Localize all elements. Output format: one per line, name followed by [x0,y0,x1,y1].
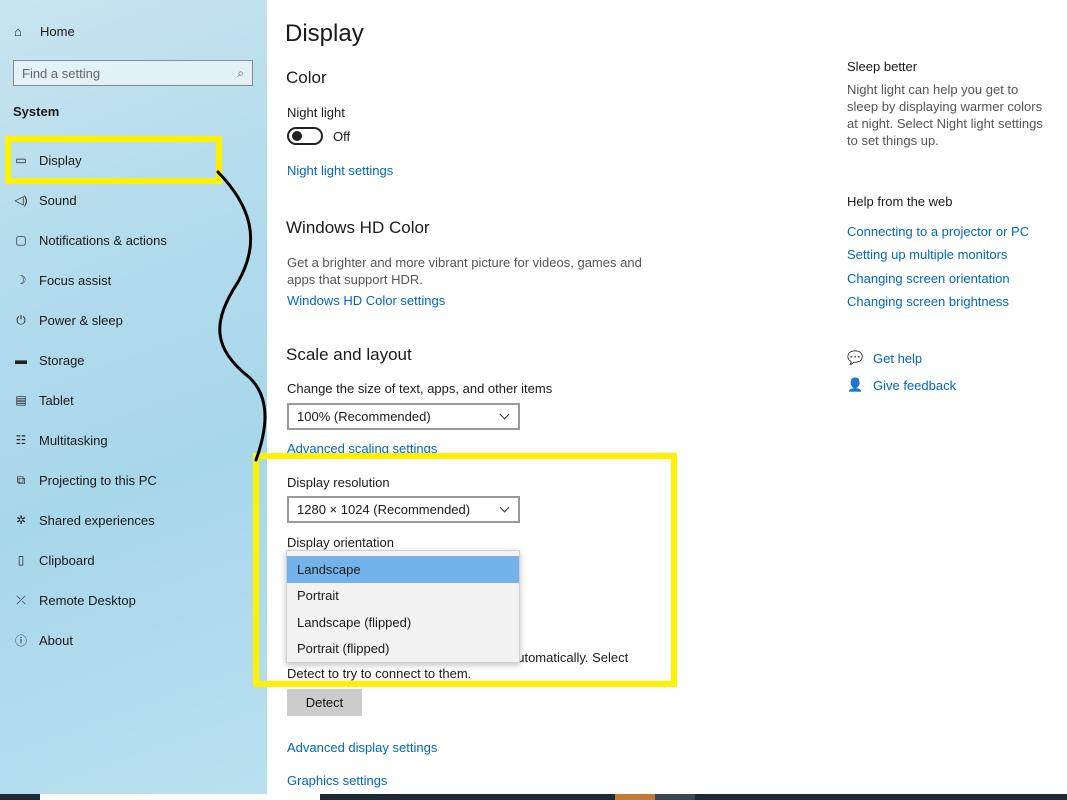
annotation-connector [216,170,267,462]
taskbar-search-box[interactable] [40,794,320,800]
taskbar-app-icon[interactable] [615,794,655,800]
taskbar-app-icon[interactable] [655,794,695,800]
taskbar [0,794,1067,800]
connector-line [216,170,267,462]
